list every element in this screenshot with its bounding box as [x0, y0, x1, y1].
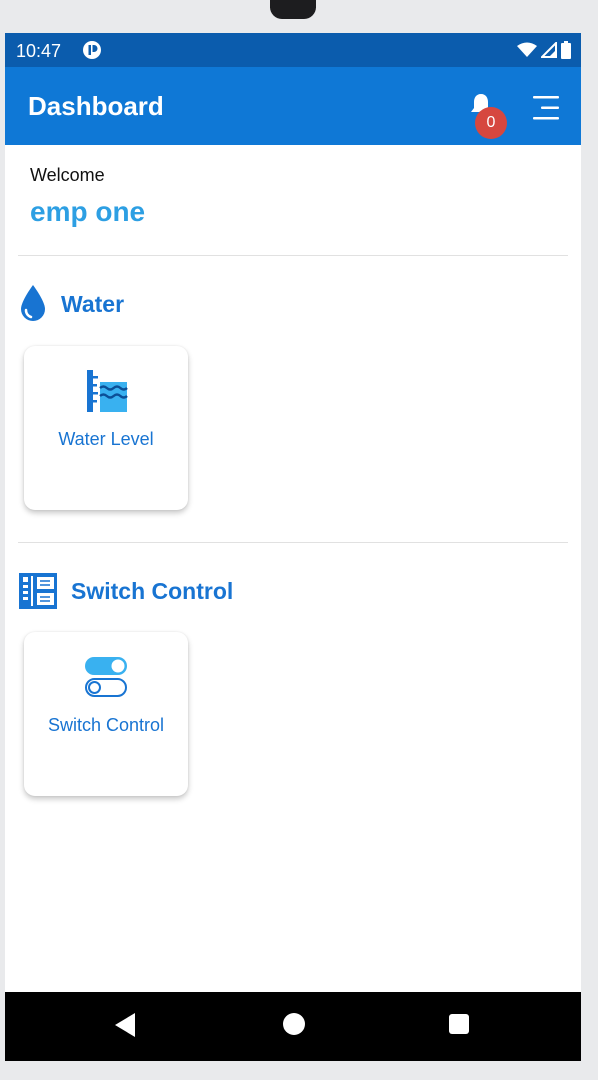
welcome-label: Welcome	[30, 165, 105, 185]
status-app-icon	[83, 41, 101, 59]
notification-badge[interactable]: 0	[475, 107, 507, 139]
divider	[18, 542, 568, 543]
page-title: Dashboard	[28, 91, 164, 121]
back-icon[interactable]	[113, 1011, 137, 1039]
switch-control-card[interactable]: Switch Control	[24, 632, 188, 796]
status-bar: 10:47	[5, 33, 581, 67]
card-label: Switch Control	[47, 715, 165, 735]
divider	[18, 255, 568, 256]
water-level-card[interactable]: Water Level	[24, 346, 188, 510]
control-panel-icon	[19, 573, 57, 609]
water-drop-icon	[21, 285, 45, 321]
section-title-water: Water	[61, 291, 125, 317]
recent-apps-icon[interactable]	[449, 1014, 469, 1034]
card-label: Water Level	[58, 429, 154, 449]
home-icon[interactable]	[283, 1013, 305, 1035]
toggle-switch-icon	[85, 657, 127, 697]
status-time: 10:47	[16, 41, 62, 61]
cell-signal-icon	[541, 42, 557, 58]
status-indicators	[517, 41, 571, 59]
section-title-switch-control: Switch Control	[71, 578, 234, 604]
wifi-icon	[517, 42, 537, 57]
user-name: emp one	[30, 196, 146, 227]
water-level-icon	[87, 370, 128, 412]
system-nav-bar	[5, 992, 581, 1061]
menu-icon[interactable]	[529, 94, 563, 122]
phone-screen: 10:47 Dashboard 0 Welcome emp one Water …	[5, 33, 581, 1061]
battery-icon	[561, 41, 571, 59]
camera-notch	[270, 0, 316, 19]
